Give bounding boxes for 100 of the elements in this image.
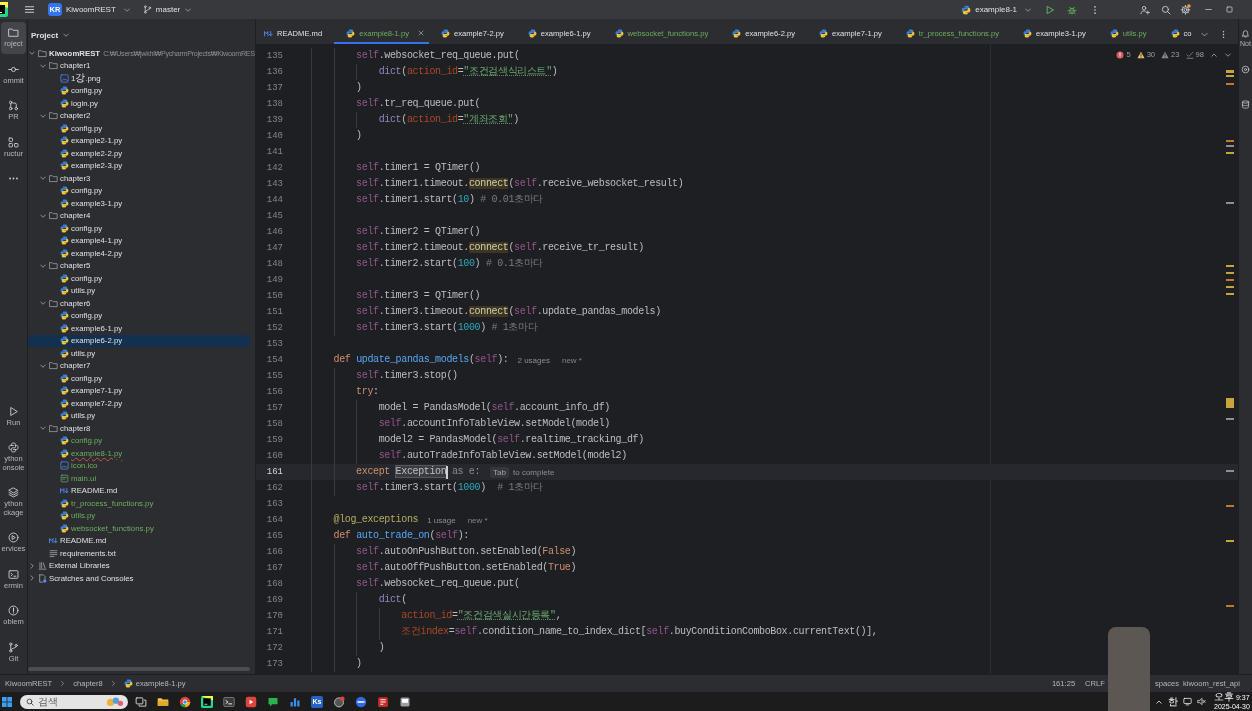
circle-icon[interactable] xyxy=(1241,65,1250,74)
image-file-icon xyxy=(60,73,69,83)
line-number: 156 xyxy=(265,386,283,399)
python-file-icon xyxy=(60,136,69,146)
line-number: 155 xyxy=(265,370,283,383)
python-file-icon xyxy=(60,323,69,333)
chevron-down-icon[interactable] xyxy=(39,361,47,370)
chevron-right-icon[interactable] xyxy=(28,574,36,583)
chevron-down-icon[interactable] xyxy=(39,211,47,220)
chevron-down-icon[interactable] xyxy=(39,111,47,120)
line-number: 170 xyxy=(265,610,283,623)
terminal-icon[interactable] xyxy=(223,695,235,708)
chevron-down-icon[interactable] xyxy=(39,299,47,308)
chevron-right-icon xyxy=(109,680,117,687)
folder-icon[interactable] xyxy=(157,695,169,708)
markdown-file-icon xyxy=(60,486,69,496)
database-icon[interactable] xyxy=(1241,100,1250,109)
bug-icon[interactable] xyxy=(1067,4,1077,15)
close-icon[interactable] xyxy=(416,29,425,37)
scratch-file-icon xyxy=(38,573,47,583)
folder-icon xyxy=(49,298,58,308)
chevron-down-icon[interactable] xyxy=(39,174,47,183)
task-view-icon[interactable] xyxy=(135,695,147,708)
chat-bubble-icon[interactable] xyxy=(267,695,279,708)
chevron-down-icon[interactable] xyxy=(39,424,47,433)
line-number: 149 xyxy=(265,274,283,287)
usages-hint[interactable]: 1 usage xyxy=(427,515,456,525)
shortcut-key: Tab xyxy=(490,466,509,478)
bar-chart-icon[interactable] xyxy=(289,695,301,708)
code-line: self.timer2 = QTimer() xyxy=(356,225,481,239)
form-file-icon xyxy=(60,473,69,483)
play-tile-icon[interactable] xyxy=(245,695,257,708)
python-file-icon xyxy=(60,523,69,533)
browser-icon[interactable] xyxy=(179,695,191,708)
branch-dropdown[interactable]: master xyxy=(142,2,193,17)
chevron-right-icon[interactable] xyxy=(28,561,36,570)
python-file-icon xyxy=(60,386,69,396)
line-number: 147 xyxy=(265,242,283,255)
windows-logo-icon[interactable] xyxy=(2,696,12,707)
monitor-icon[interactable] xyxy=(1183,697,1192,706)
code-line: dict(action_id="조건검색식리스트") xyxy=(378,65,558,79)
chevron-down-icon[interactable] xyxy=(1224,50,1232,59)
line-number: 161 xyxy=(265,466,283,479)
bell-icon[interactable] xyxy=(1241,29,1250,38)
search-bar[interactable]: 검색 xyxy=(20,694,128,709)
folder-icon xyxy=(49,173,58,183)
maximize-icon[interactable] xyxy=(1225,5,1234,14)
badge-app-icon[interactable] xyxy=(333,695,345,708)
weak-warning-icon xyxy=(1161,50,1170,59)
code-line: ) xyxy=(356,81,362,95)
code-line: action_id="조건검색실시간등록", xyxy=(401,609,562,623)
folder-icon xyxy=(49,423,58,433)
python-file-icon xyxy=(60,186,69,196)
menu-icon[interactable] xyxy=(24,4,35,15)
line-number: 136 xyxy=(265,66,283,79)
python-file-icon xyxy=(60,286,69,296)
python-file-icon xyxy=(60,373,69,383)
chevron-down-icon[interactable] xyxy=(39,61,47,70)
ide-icon[interactable] xyxy=(201,695,213,708)
document-tile-icon[interactable] xyxy=(377,695,389,708)
chevron-down-icon[interactable] xyxy=(28,49,36,58)
code-line: self.autoOnPushButton.setEnabled(False) xyxy=(356,545,577,559)
chevron-down-icon[interactable] xyxy=(39,261,47,270)
run-configuration-dropdown[interactable]: example8-1 xyxy=(961,2,1032,17)
settings-icon[interactable] xyxy=(1180,4,1191,15)
line-number: 168 xyxy=(265,578,283,591)
window-tile-icon[interactable] xyxy=(399,695,411,708)
run-icon[interactable] xyxy=(1045,4,1055,15)
view-selector[interactable]: Project xyxy=(31,30,71,40)
input-method-indicator[interactable]: 한 xyxy=(1168,697,1178,706)
add-user-icon[interactable] xyxy=(1140,4,1150,15)
author-hint: new * xyxy=(467,515,488,525)
layers-icon xyxy=(8,487,19,498)
code-line: self.autoTradeInfoTableView.setModel(model2) xyxy=(378,449,627,463)
line-number: 144 xyxy=(265,194,283,207)
code-line: ) xyxy=(378,641,385,655)
usages-hint[interactable]: 2 usages xyxy=(517,355,550,365)
search-input[interactable]: 검색 xyxy=(38,695,102,708)
line-number: 157 xyxy=(265,402,283,415)
speaker-icon[interactable] xyxy=(1197,697,1206,706)
check-icon xyxy=(1185,50,1194,59)
app-logo-icon[interactable] xyxy=(0,2,8,17)
text-file-icon xyxy=(49,548,58,558)
code-line: try: xyxy=(356,385,379,399)
round-app-icon[interactable] xyxy=(355,695,367,708)
search-icon[interactable] xyxy=(1161,4,1171,15)
python-file-icon xyxy=(60,411,69,421)
python-file-icon xyxy=(961,4,972,15)
structure-icon xyxy=(8,136,19,148)
line-number: 148 xyxy=(265,258,283,271)
line-number: 140 xyxy=(265,130,283,143)
line-number: 164 xyxy=(265,514,283,527)
code-line: def auto_trade_on(self): xyxy=(333,529,469,543)
line-number: 167 xyxy=(265,562,283,575)
line-number: 158 xyxy=(265,418,283,431)
python-file-icon xyxy=(60,248,69,258)
python-file-icon xyxy=(527,28,537,38)
line-number: 151 xyxy=(265,306,283,319)
code-line: self.websocket_req_queue.put( xyxy=(356,577,520,591)
python-file-icon xyxy=(123,679,133,688)
